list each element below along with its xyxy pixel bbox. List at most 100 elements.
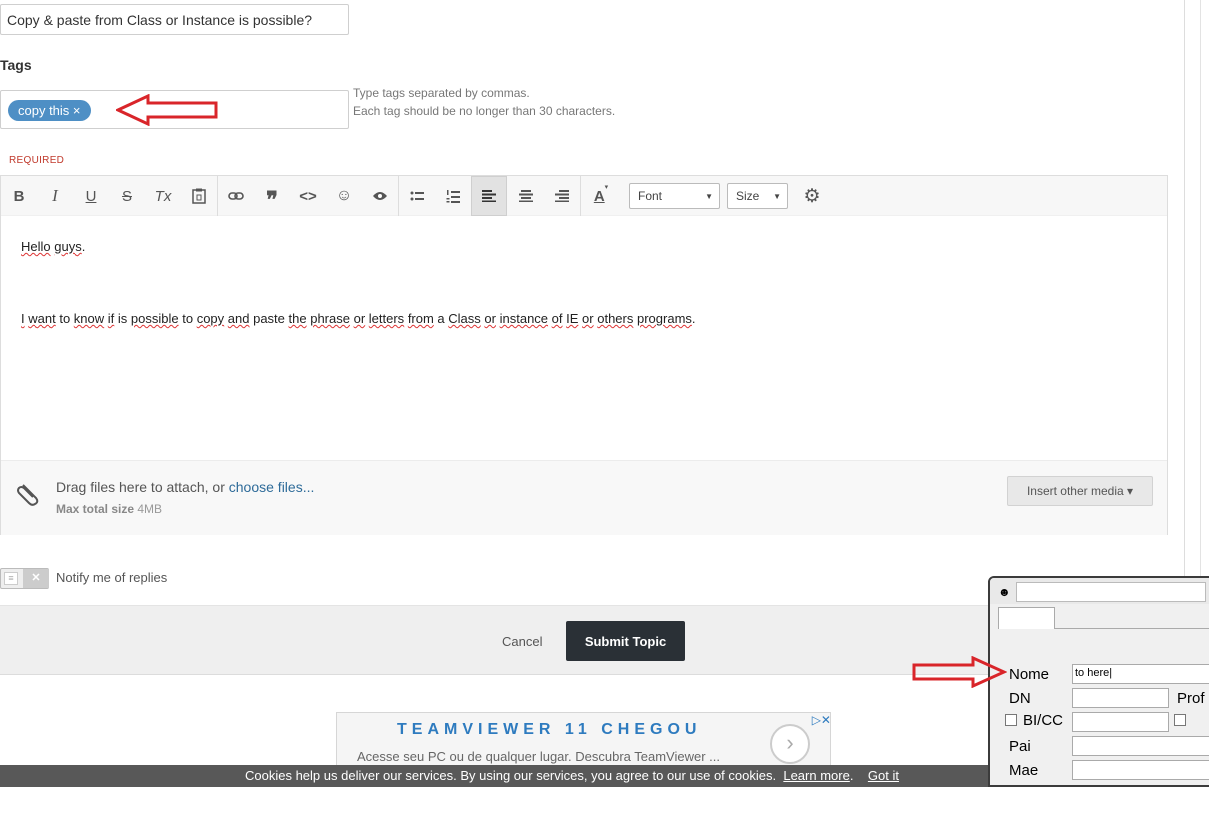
chevron-down-icon: ▼ [705, 192, 713, 201]
attachment-area[interactable]: Drag files here to attach, or choose fil… [1, 460, 1167, 535]
spellcheck-word: phrase [310, 311, 350, 326]
spellcheck-word: copy [196, 311, 225, 326]
spellcheck-word: letters [368, 311, 405, 326]
bicc-field[interactable] [1072, 712, 1169, 732]
pai-field[interactable] [1072, 736, 1209, 756]
text-color-icon: A [593, 187, 605, 205]
nome-field[interactable]: to here| [1072, 664, 1209, 684]
size-select-label: Size [736, 189, 760, 203]
align-left-icon [482, 190, 496, 202]
clipboard-icon [192, 188, 206, 204]
font-select[interactable]: Font ▼ [629, 183, 720, 209]
underline-button[interactable]: U [73, 176, 109, 216]
dn-field[interactable] [1072, 688, 1169, 708]
drag-files-label: Drag files here to attach, or [56, 479, 229, 495]
align-right-button[interactable] [544, 176, 580, 216]
tag-chip[interactable]: copy this × [8, 100, 91, 121]
strikethrough-button[interactable]: S [109, 176, 145, 216]
divider [1054, 628, 1209, 629]
preview-button[interactable] [362, 176, 398, 216]
mae-field[interactable] [1072, 760, 1209, 780]
italic-button[interactable]: I [37, 176, 73, 216]
pai-label: Pai [1009, 738, 1031, 755]
spellcheck-word: from [407, 311, 434, 326]
quote-button[interactable]: ❞ [254, 176, 290, 216]
ad-banner[interactable]: TEAMVIEWER 11 CHEGOU Acesse seu PC ou de… [336, 712, 831, 772]
annotation-arrow-left-icon [116, 94, 218, 126]
bold-button[interactable]: B [1, 176, 37, 216]
align-left-button[interactable] [471, 176, 507, 216]
window-tab[interactable] [998, 607, 1055, 629]
content-greeting: Hello guys. [21, 238, 696, 256]
submit-topic-button[interactable]: Submit Topic [566, 621, 685, 661]
spellcheck-word: the [288, 311, 307, 326]
bulleted-list-button[interactable] [399, 176, 435, 216]
topic-title-input[interactable]: Copy & paste from Class or Instance is p… [0, 4, 349, 35]
cancel-button[interactable]: Cancel [502, 634, 542, 649]
notify-toggle[interactable]: ≡ ✕ [0, 568, 49, 589]
spellcheck-word: want [28, 311, 56, 326]
divider [1200, 0, 1201, 675]
paste-text-button[interactable] [181, 176, 217, 216]
tags-hint: Type tags separated by commas. Each tag … [353, 84, 615, 120]
mae-label: Mae [1009, 762, 1039, 779]
prof-checkbox[interactable] [1174, 714, 1186, 726]
rich-text-editor: B I U S Tx ❞ <> ☺ A ▾ Font ▼ Size ▼ ⚙ He… [0, 175, 1168, 535]
paperclip-icon [15, 481, 41, 514]
required-label: REQUIRED [9, 155, 65, 166]
gear-icon: ⚙ [803, 185, 821, 207]
annotation-arrow-right-icon [912, 656, 1007, 688]
dn-label: DN [1009, 690, 1031, 707]
align-center-icon [519, 190, 533, 202]
bicc-checkbox[interactable] [1005, 714, 1017, 726]
align-center-button[interactable] [508, 176, 544, 216]
content-body: I want to know if is possible to copy an… [21, 311, 696, 326]
close-icon: ✕ [23, 569, 49, 588]
max-size-text: Max total size 4MB [56, 502, 162, 516]
spellcheck-word: programs [637, 311, 692, 326]
link-button[interactable] [218, 176, 254, 216]
got-it-link[interactable]: Got it [868, 768, 899, 783]
window-title-field [1016, 582, 1206, 602]
remove-format-button[interactable]: Tx [145, 176, 181, 216]
numbered-list-icon [446, 190, 460, 203]
numbered-list-button[interactable] [435, 176, 471, 216]
cookie-text: Cookies help us deliver our services. By… [245, 768, 777, 783]
code-button[interactable]: <> [290, 176, 326, 216]
spellcheck-word: if [107, 311, 115, 326]
cookie-bar: Cookies help us deliver our services. By… [0, 765, 990, 787]
tags-hint-line1: Type tags separated by commas. [353, 86, 530, 100]
spellcheck-word: IE [566, 311, 579, 326]
menu-lines-icon: ≡ [4, 572, 18, 585]
tags-label: Tags [0, 57, 32, 73]
ad-description: Acesse seu PC ou de qualquer lugar. Desc… [357, 749, 721, 764]
spellcheck-word: I [21, 311, 25, 326]
app-icon: ☻ [998, 585, 1011, 599]
window-titlebar: ☻ [990, 578, 1209, 604]
editor-settings-button[interactable]: ⚙ [794, 176, 830, 216]
quote-icon: ❞ [266, 187, 278, 212]
nome-label: Nome [1009, 666, 1050, 683]
spellcheck-word: Hello [21, 239, 51, 254]
code-icon: <> [299, 187, 317, 205]
emoticon-button[interactable]: ☺ [326, 176, 362, 216]
ad-title[interactable]: TEAMVIEWER 11 CHEGOU [397, 721, 701, 739]
punctuation: . [81, 239, 86, 254]
text-color-button[interactable]: A ▾ [583, 176, 619, 216]
spellcheck-word: others [597, 311, 634, 326]
size-select[interactable]: Size ▼ [727, 183, 788, 209]
ad-close-icon[interactable]: ▷✕ [801, 713, 831, 729]
bicc-label: BI/CC [1023, 712, 1064, 729]
editor-content[interactable]: Hello guys. I want to know if is possibl… [21, 238, 696, 382]
link-icon [228, 192, 244, 200]
learn-more-link[interactable]: Learn more [783, 768, 849, 783]
spellcheck-word: Class [448, 311, 481, 326]
bullet-list-icon [410, 191, 424, 201]
spellcheck-word: of [551, 311, 563, 326]
notify-label: Notify me of replies [56, 570, 168, 585]
chevron-right-icon[interactable]: › [770, 724, 810, 764]
spellcheck-word: or [353, 311, 366, 326]
drag-files-text: Drag files here to attach, or choose fil… [56, 479, 314, 495]
insert-other-media-button[interactable]: Insert other media ▾ [1007, 476, 1153, 506]
choose-files-link[interactable]: choose files... [229, 479, 315, 495]
